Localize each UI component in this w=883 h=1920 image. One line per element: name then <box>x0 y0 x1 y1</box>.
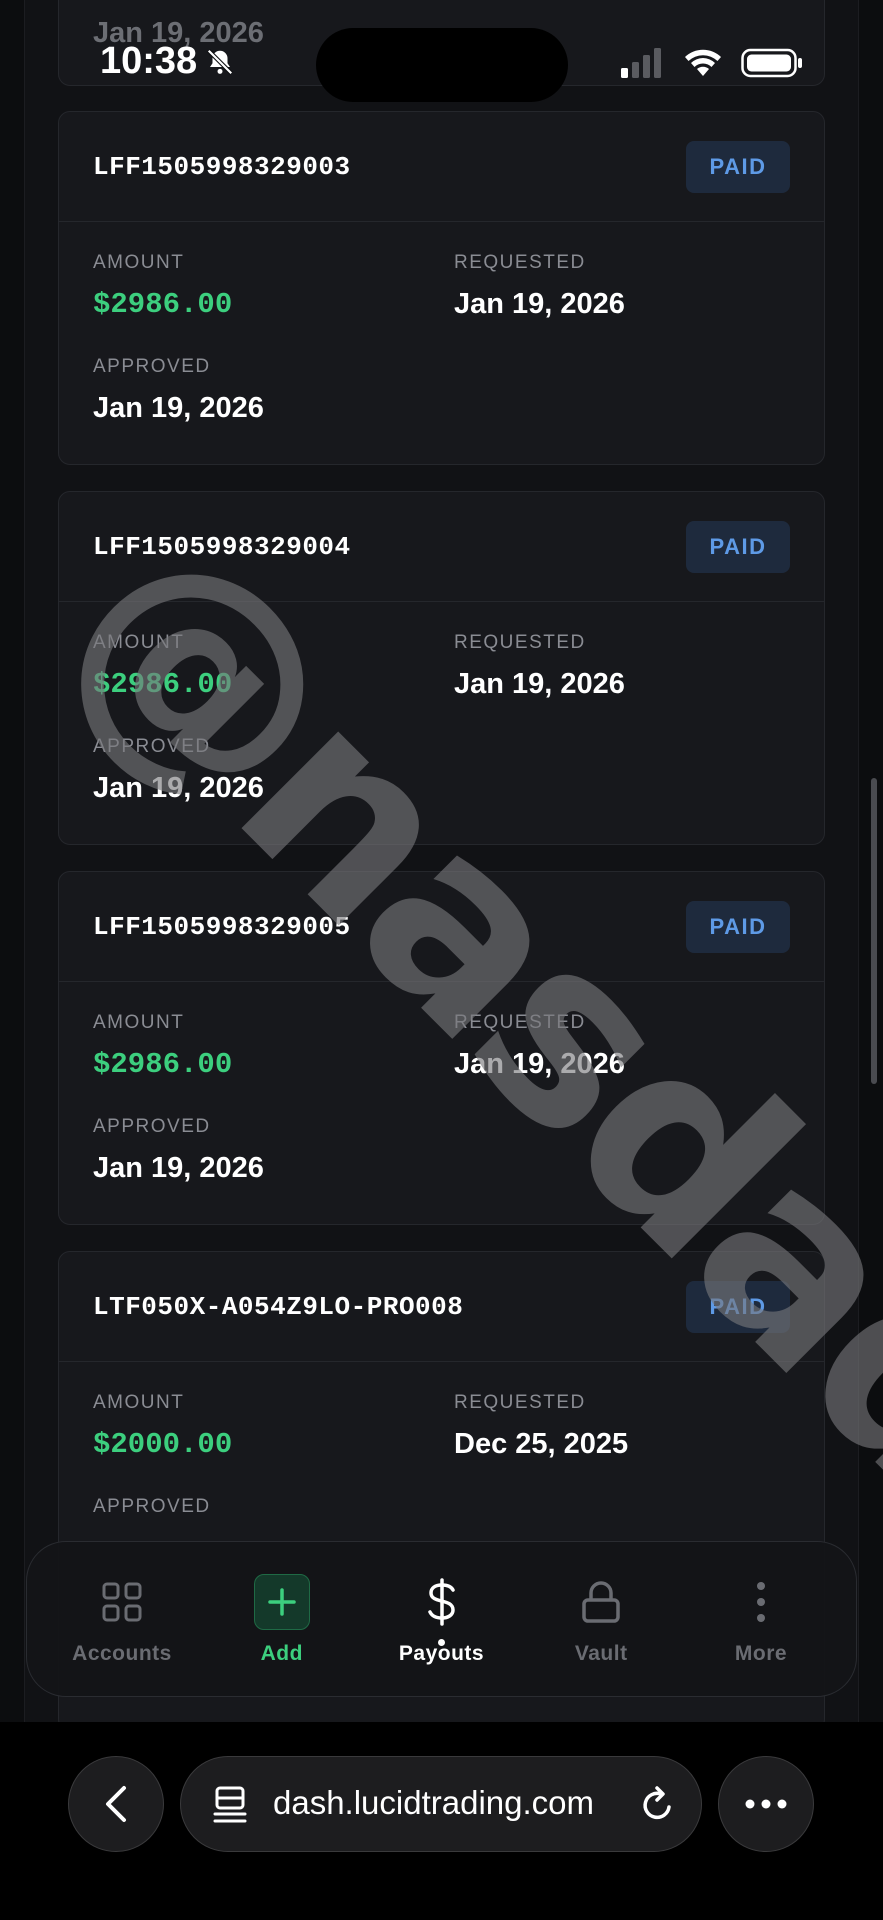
approved-date: Jan 19, 2026 <box>93 1152 264 1184</box>
status-badge: PAID <box>686 900 790 953</box>
payout-id: LFF1505998329003 <box>93 151 351 182</box>
amount-label: AMOUNT <box>93 1392 185 1413</box>
nav-label: Vault <box>574 1642 628 1665</box>
payout-id: LTF050X-A054Z9LO-PRO008 <box>93 1291 464 1322</box>
approved-label: APPROVED <box>93 736 211 757</box>
approved-label: APPROVED <box>93 356 211 377</box>
back-button[interactable] <box>68 1756 164 1852</box>
card-body: AMOUNT $2986.00 REQUESTED Jan 19, 2026 A… <box>59 982 824 1222</box>
plus-icon <box>253 1574 310 1630</box>
nav-label: Add <box>260 1642 303 1665</box>
card-body: AMOUNT $2986.00 REQUESTED Jan 19, 2026 A… <box>59 222 824 462</box>
requested-date: Jan 19, 2026 <box>454 288 625 320</box>
amount-value: $2986.00 <box>93 288 233 321</box>
more-options-button[interactable] <box>718 1756 814 1852</box>
scrollbar[interactable] <box>871 778 877 1084</box>
nav-label: More <box>734 1642 788 1665</box>
status-badge: PAID <box>686 140 790 193</box>
payout-card[interactable]: LFF1505998329003 PAID AMOUNT $2986.00 RE… <box>58 111 825 465</box>
nav-item-payouts[interactable]: Payouts <box>367 1542 517 1696</box>
status-badge: PAID <box>686 520 790 573</box>
card-header: LFF1505998329004 PAID <box>59 492 824 602</box>
clock: 10:38 <box>100 40 198 82</box>
amount-label: AMOUNT <box>93 632 185 653</box>
approved-date: Jan 19, 2026 <box>93 392 264 424</box>
nav-item-accounts[interactable]: Accounts <box>47 1542 197 1696</box>
nav-label: Accounts <box>72 1642 172 1665</box>
active-indicator <box>437 1639 445 1646</box>
amount-label: AMOUNT <box>93 1012 185 1033</box>
bell-slash-icon <box>207 48 233 75</box>
grid-icon <box>94 1574 150 1630</box>
status-icons <box>621 48 803 78</box>
battery-icon <box>741 48 802 78</box>
requested-label: REQUESTED <box>454 632 586 653</box>
screen: Jan 19, 2026 LFF1505998329003 PAID AMOUN… <box>0 0 883 1920</box>
more-vertical-icon <box>733 1574 789 1630</box>
status-badge: PAID <box>686 1280 790 1333</box>
bottom-nav: Accounts Add Payouts Vault More <box>26 1541 857 1697</box>
requested-label: REQUESTED <box>454 252 586 273</box>
lock-icon <box>573 1574 629 1630</box>
payout-id: LFF1505998329005 <box>93 911 351 942</box>
page-settings-icon <box>213 1786 247 1823</box>
url-text: dash.lucidtrading.com <box>273 1784 595 1821</box>
reload-icon[interactable] <box>639 1785 677 1825</box>
more-horizontal-icon <box>745 1799 787 1809</box>
card-header: LFF1505998329003 PAID <box>59 112 824 222</box>
requested-label: REQUESTED <box>454 1392 586 1413</box>
wifi-icon <box>685 49 721 76</box>
payout-card[interactable]: LFF1505998329004 PAID AMOUNT $2986.00 RE… <box>58 491 825 845</box>
amount-value: $2986.00 <box>93 1048 233 1081</box>
cellular-signal-icon <box>621 48 661 78</box>
status-time: 10:38 <box>100 40 235 83</box>
card-body: AMOUNT $2986.00 REQUESTED Jan 19, 2026 A… <box>59 602 824 842</box>
amount-label: AMOUNT <box>93 252 185 273</box>
requested-label: REQUESTED <box>454 1012 586 1033</box>
card-header: LTF050X-A054Z9LO-PRO008 PAID <box>59 1252 824 1362</box>
requested-date: Jan 19, 2026 <box>454 668 625 700</box>
approved-label: APPROVED <box>93 1496 211 1517</box>
dynamic-island <box>316 28 568 102</box>
browser-toolbar: dash.lucidtrading.com <box>0 1722 883 1920</box>
requested-date: Jan 19, 2026 <box>454 1048 625 1080</box>
amount-value: $2986.00 <box>93 668 233 701</box>
nav-item-vault[interactable]: Vault <box>526 1542 676 1696</box>
address-bar[interactable]: dash.lucidtrading.com <box>180 1756 702 1852</box>
nav-item-add[interactable]: Add <box>207 1542 357 1696</box>
payout-card[interactable]: LFF1505998329005 PAID AMOUNT $2986.00 RE… <box>58 871 825 1225</box>
amount-value: $2000.00 <box>93 1428 233 1461</box>
nav-item-more[interactable]: More <box>686 1542 836 1696</box>
payout-id: LFF1505998329004 <box>93 531 351 562</box>
requested-date: Dec 25, 2025 <box>454 1428 629 1460</box>
dollar-icon <box>414 1574 470 1630</box>
chevron-left-icon <box>106 1786 126 1822</box>
approved-label: APPROVED <box>93 1116 211 1137</box>
approved-date: Jan 19, 2026 <box>93 772 264 804</box>
card-header: LFF1505998329005 PAID <box>59 872 824 982</box>
